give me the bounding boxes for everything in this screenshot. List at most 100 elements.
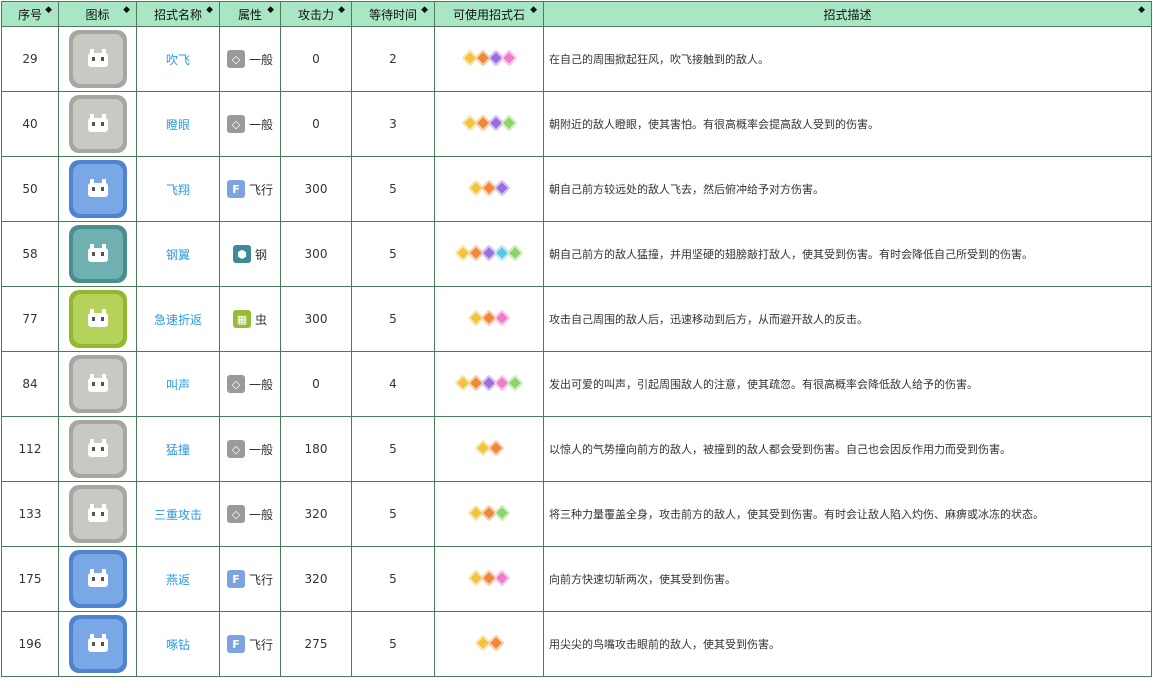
move-icon-cell <box>58 91 137 157</box>
move-name[interactable]: 燕返 <box>136 546 220 612</box>
move-name[interactable]: 飞翔 <box>136 156 220 222</box>
move-attr: F 飞行 <box>219 611 281 677</box>
move-name[interactable]: 瞪眼 <box>136 91 220 157</box>
move-attr: ◇ 一般 <box>219 351 281 417</box>
type-icon: F <box>226 180 245 198</box>
move-icon <box>68 615 127 673</box>
move-attr: ◇ 一般 <box>219 91 281 157</box>
move-stone-icon <box>493 179 511 196</box>
type-icon: ◇ <box>226 115 245 133</box>
col-atk-header[interactable]: 攻击力 ◆ <box>280 1 352 27</box>
pokemon-block-icon <box>87 439 108 457</box>
header-row: 序号 ◆ 图标 ◆ 招式名称 ◆ 属性 ◆ 攻击力 ◆ 等待时间 ◆ 可使用招式石 ◆ 招式描… <box>1 1 1152 27</box>
move-attr: ◇ 一般 <box>219 26 281 92</box>
move-id: 50 <box>1 156 59 222</box>
sort-icon[interactable]: ◆ <box>421 6 428 15</box>
sort-icon[interactable]: ◆ <box>338 6 345 15</box>
type-icon: F <box>226 635 245 653</box>
move-wait: 5 <box>351 611 435 677</box>
move-icon-cell <box>58 156 137 222</box>
move-id: 84 <box>1 351 59 417</box>
move-attr: ⬢ 钢 <box>219 221 281 287</box>
move-stones <box>434 351 544 417</box>
pokemon-block-icon <box>87 309 108 327</box>
pokemon-block-icon <box>87 244 108 262</box>
move-stone-icon <box>506 374 524 391</box>
col-stones-header[interactable]: 可使用招式石 ◆ <box>434 1 544 27</box>
move-attr: ◇ 一般 <box>219 416 281 482</box>
move-icon <box>68 225 127 283</box>
col-desc-header[interactable]: 招式描述 ◆ <box>543 1 1152 27</box>
move-name[interactable]: 啄钻 <box>136 611 220 677</box>
move-stone-icon <box>493 504 511 521</box>
move-wait: 4 <box>351 351 435 417</box>
sort-icon[interactable]: ◆ <box>123 6 130 15</box>
move-name[interactable]: 三重攻击 <box>136 481 220 547</box>
col-attr-header[interactable]: 属性 ◆ <box>219 1 281 27</box>
col-icon-header[interactable]: 图标 ◆ <box>58 1 137 27</box>
move-icon <box>68 550 127 608</box>
col-wait-header[interactable]: 等待时间 ◆ <box>351 1 435 27</box>
move-stone-icon <box>500 114 517 131</box>
move-description: 朝附近的敌人瞪眼，使其害怕。有很高概率会提高敌人受到的伤害。 <box>543 91 1152 157</box>
move-icon <box>68 160 127 218</box>
sort-icon[interactable]: ◆ <box>45 6 52 15</box>
move-name[interactable]: 叫声 <box>136 351 220 417</box>
move-description: 用尖尖的鸟嘴攻击眼前的敌人，使其受到伤害。 <box>543 611 1152 677</box>
move-wait: 5 <box>351 221 435 287</box>
move-icon <box>68 290 127 348</box>
move-name[interactable]: 急速折返 <box>136 286 220 352</box>
pokemon-block-icon <box>87 569 108 587</box>
move-stones <box>434 416 544 482</box>
move-icon <box>68 95 127 153</box>
move-stone-icon <box>493 569 511 586</box>
move-description: 朝自己前方较远处的敌人飞去，然后俯冲给予对方伤害。 <box>543 156 1152 222</box>
pokemon-block-icon <box>87 634 108 652</box>
move-description: 以惊人的气势撞向前方的敌人，被撞到的敌人都会受到伤害。自己也会因反作用力而受到伤… <box>543 416 1152 482</box>
sort-icon[interactable]: ◆ <box>206 6 213 15</box>
move-id: 40 <box>1 91 59 157</box>
move-icon <box>68 420 127 478</box>
sort-icon[interactable]: ◆ <box>1138 6 1145 15</box>
move-wait: 5 <box>351 416 435 482</box>
move-stone-icon <box>493 309 511 326</box>
table-row: 175 燕返 F 飞行 320 5 向前方快速切斩两次，使其受到伤害。 <box>1 546 1152 612</box>
move-icon-cell <box>58 611 137 677</box>
move-attack: 300 <box>280 221 352 287</box>
move-attack: 300 <box>280 286 352 352</box>
move-name[interactable]: 吹飞 <box>136 26 220 92</box>
move-stone-icon <box>500 49 517 66</box>
move-icon-cell <box>58 416 137 482</box>
move-icon-cell <box>58 286 137 352</box>
move-id: 175 <box>1 546 59 612</box>
move-attack: 180 <box>280 416 352 482</box>
move-stones <box>434 26 544 92</box>
move-id: 112 <box>1 416 59 482</box>
col-id-header[interactable]: 序号 ◆ <box>1 1 59 27</box>
sort-icon[interactable]: ◆ <box>530 6 537 15</box>
move-stones <box>434 91 544 157</box>
move-stone-icon <box>487 439 504 456</box>
move-id: 133 <box>1 481 59 547</box>
type-icon: ◇ <box>226 375 245 393</box>
move-attr: F 飞行 <box>219 546 281 612</box>
move-icon <box>68 355 127 413</box>
move-attr: ▦ 虫 <box>219 286 281 352</box>
table-row: 58 钢翼 ⬢ 钢 300 5 朝自己前方的敌人猛撞，并用坚硬的翅膀敲打敌人，使其受到伤害。… <box>1 221 1152 287</box>
move-wait: 2 <box>351 26 435 92</box>
move-attack: 320 <box>280 481 352 547</box>
col-name-header[interactable]: 招式名称 ◆ <box>136 1 220 27</box>
move-icon-cell <box>58 546 137 612</box>
move-name[interactable]: 猛撞 <box>136 416 220 482</box>
move-id: 77 <box>1 286 59 352</box>
pokemon-block-icon <box>87 179 108 197</box>
move-name[interactable]: 钢翼 <box>136 221 220 287</box>
sort-icon[interactable]: ◆ <box>267 6 274 15</box>
move-wait: 5 <box>351 546 435 612</box>
move-description: 向前方快速切斩两次，使其受到伤害。 <box>543 546 1152 612</box>
table-row: 50 飞翔 F 飞行 300 5 朝自己前方较远处的敌人飞去，然后俯冲给予对方伤害。 <box>1 156 1152 222</box>
move-stones <box>434 156 544 222</box>
move-attr: F 飞行 <box>219 156 281 222</box>
move-wait: 5 <box>351 481 435 547</box>
move-stone-icon <box>506 244 524 261</box>
